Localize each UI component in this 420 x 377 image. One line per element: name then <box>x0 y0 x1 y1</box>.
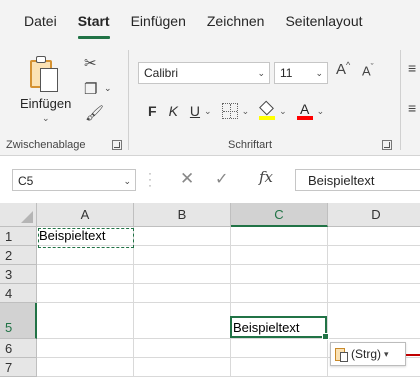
cell-c5[interactable]: Beispieltext <box>231 303 328 339</box>
tab-einfuegen[interactable]: Einfügen <box>131 11 186 31</box>
select-all-button[interactable] <box>0 203 37 227</box>
copy-icon[interactable]: ❐ <box>84 82 97 97</box>
cell-b6[interactable] <box>134 339 231 358</box>
tab-datei[interactable]: Datei <box>24 11 57 31</box>
insert-function-button[interactable]: fx <box>259 168 273 186</box>
font-color-icon[interactable]: A <box>296 102 313 120</box>
font-color-dropdown-icon[interactable]: ⌄ <box>317 106 325 117</box>
font-name-value: Calibri <box>144 66 179 80</box>
font-size-combobox[interactable]: 11 ⌄ <box>274 62 328 84</box>
enter-check-icon[interactable]: ✓ <box>215 169 228 189</box>
row-header-7[interactable]: 7 <box>0 358 37 377</box>
fill-color-dropdown-icon[interactable]: ⌄ <box>279 106 287 117</box>
group-separator <box>128 50 129 150</box>
group-separator <box>400 50 401 150</box>
font-launcher-icon[interactable] <box>382 140 392 150</box>
cancel-icon[interactable]: ✕ <box>180 169 194 189</box>
cell-b3[interactable] <box>134 265 231 284</box>
cell-d3[interactable] <box>328 265 420 284</box>
paste-options-label: (Strg) <box>351 347 381 361</box>
font-name-combobox[interactable]: Calibri ⌄ <box>138 62 270 84</box>
column-header-a[interactable]: A <box>37 203 134 227</box>
formula-input[interactable]: Beispieltext <box>295 169 420 191</box>
bold-button[interactable]: F <box>148 103 157 119</box>
clipboard-group: Einfügen ⌄ ✂ ❐ ⌄ 🖌 Zwischenablage <box>0 42 126 156</box>
cell-c4[interactable] <box>231 284 328 303</box>
worksheet-grid: A B C D 1 2 3 4 5 6 7 Beispieltext Beispi… <box>0 203 420 377</box>
cell-a2[interactable] <box>37 246 134 265</box>
row-header-3[interactable]: 3 <box>0 265 37 284</box>
cell-c2[interactable] <box>231 246 328 265</box>
column-header-c[interactable]: C <box>231 203 328 227</box>
formula-content: Beispieltext <box>308 173 375 188</box>
cell-c3[interactable] <box>231 265 328 284</box>
fill-color-icon[interactable] <box>259 100 276 120</box>
cut-icon[interactable]: ✂ <box>84 56 97 71</box>
underline-button[interactable]: U <box>190 103 200 119</box>
drag-handle-icon[interactable]: · · · <box>148 167 152 191</box>
paste-button[interactable]: Einfügen <box>20 96 71 111</box>
chevron-down-icon[interactable]: ⌄ <box>315 68 323 79</box>
font-format-row: F K U ⌄ ⌄ ⌄ A ⌄ <box>148 99 334 123</box>
cell-a6[interactable] <box>37 339 134 358</box>
paste-options-icon <box>335 346 349 362</box>
grow-font-button[interactable]: A^ <box>336 60 350 78</box>
column-header-b[interactable]: B <box>134 203 231 227</box>
row-header-6[interactable]: 6 <box>0 339 37 358</box>
shrink-font-button[interactable]: Aˇ <box>362 62 374 78</box>
paste-dropdown-icon[interactable]: ⌄ <box>42 113 50 124</box>
borders-icon[interactable] <box>221 103 238 119</box>
formula-bar: C5 ⌄ · · · ✕ ✓ fx Beispieltext <box>0 156 420 202</box>
cell-a3[interactable] <box>37 265 134 284</box>
cell-a7[interactable] <box>37 358 134 377</box>
row-header-5[interactable]: 5 <box>0 303 37 339</box>
font-group-label: Schriftart <box>228 139 273 151</box>
row-header-1[interactable]: 1 <box>0 227 37 246</box>
tab-zeichnen[interactable]: Zeichnen <box>207 11 265 31</box>
clipboard-launcher-icon[interactable] <box>112 140 122 150</box>
cell-d5[interactable] <box>328 303 420 339</box>
align-top-icon[interactable]: ≡ <box>408 60 416 76</box>
tab-seitenlayout[interactable]: Seitenlayout <box>285 11 362 31</box>
row-header-2[interactable]: 2 <box>0 246 37 265</box>
caret-down-icon: ▾ <box>384 348 389 359</box>
paste-options-button[interactable]: (Strg) ▾ <box>330 342 406 366</box>
chevron-down-icon[interactable]: ⌄ <box>123 176 131 187</box>
annotation-line <box>406 354 420 356</box>
cell-c6[interactable] <box>231 339 328 358</box>
name-box[interactable]: C5 ⌄ <box>12 169 136 191</box>
cell-c1[interactable] <box>231 227 328 246</box>
cell-b7[interactable] <box>134 358 231 377</box>
cell-d4[interactable] <box>328 284 420 303</box>
paste-icon[interactable] <box>30 56 60 92</box>
underline-dropdown-icon[interactable]: ⌄ <box>204 106 212 117</box>
cell-d2[interactable] <box>328 246 420 265</box>
borders-dropdown-icon[interactable]: ⌄ <box>242 106 250 117</box>
cell-a1[interactable]: Beispieltext <box>37 227 134 246</box>
ribbon: Einfügen ⌄ ✂ ❐ ⌄ 🖌 Zwischenablage Calibr… <box>0 42 420 156</box>
name-box-value: C5 <box>18 174 34 188</box>
cell-b2[interactable] <box>134 246 231 265</box>
font-size-value: 11 <box>280 66 293 80</box>
copy-dropdown-icon[interactable]: ⌄ <box>104 84 112 93</box>
clipboard-group-label: Zwischenablage <box>6 139 86 151</box>
italic-button[interactable]: K <box>169 103 178 119</box>
cell-b4[interactable] <box>134 284 231 303</box>
tab-start[interactable]: Start <box>77 11 110 39</box>
cell-c7[interactable] <box>231 358 328 377</box>
cell-b5[interactable] <box>134 303 231 339</box>
cell-d1[interactable] <box>328 227 420 246</box>
chevron-down-icon[interactable]: ⌄ <box>257 68 265 79</box>
ribbon-tabs: Datei Start Einfügen Zeichnen Seitenlayo… <box>0 0 420 42</box>
align-left-icon[interactable]: ≡ <box>408 100 416 116</box>
column-header-d[interactable]: D <box>328 203 420 227</box>
cell-b1[interactable] <box>134 227 231 246</box>
cell-a5[interactable] <box>37 303 134 339</box>
format-painter-icon[interactable]: 🖌 <box>85 106 104 121</box>
row-header-4[interactable]: 4 <box>0 284 37 303</box>
cell-a4[interactable] <box>37 284 134 303</box>
